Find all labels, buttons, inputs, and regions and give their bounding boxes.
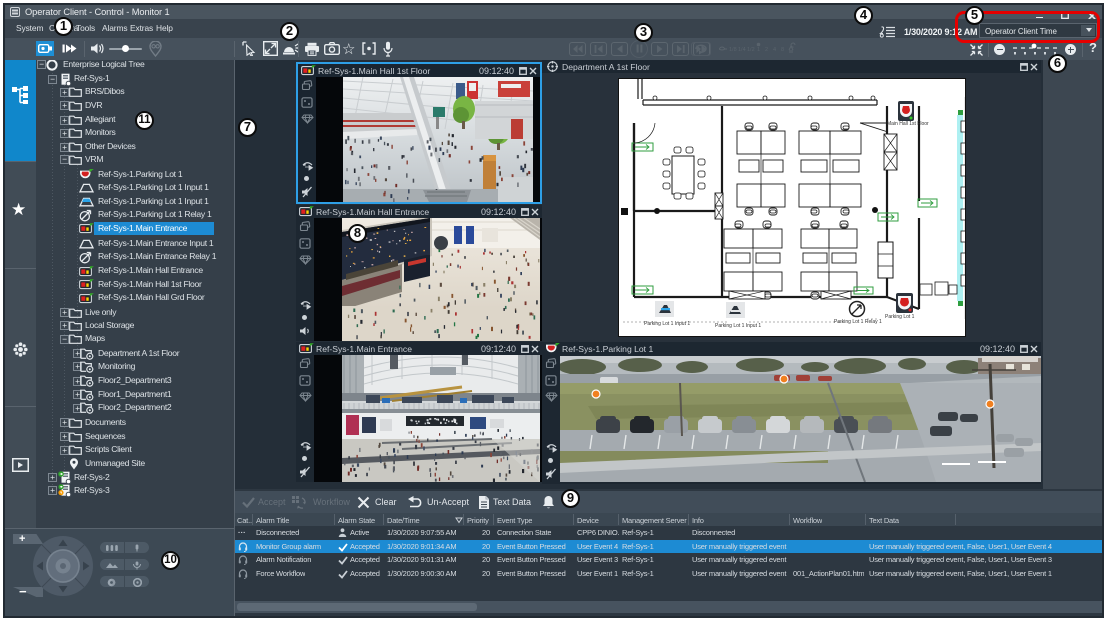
- svg-text:Parking Lot 1 Input 1: Parking Lot 1 Input 1: [715, 323, 761, 329]
- svg-text:4: 4: [773, 47, 776, 53]
- svg-text:Parking Lot 1 Input 1: Parking Lot 1 Input 1: [644, 321, 690, 327]
- svg-text:1/4: 1/4: [738, 47, 746, 53]
- svg-text:1: 1: [757, 47, 760, 53]
- svg-text:1/8: 1/8: [729, 47, 737, 53]
- svg-text:2: 2: [765, 47, 768, 53]
- svg-text:8: 8: [781, 47, 784, 53]
- svg-text:Main Hall 1st Floor: Main Hall 1st Floor: [887, 121, 929, 127]
- svg-text:1/2: 1/2: [747, 47, 755, 53]
- svg-text:Parking Lot 1 Relay 1: Parking Lot 1 Relay 1: [834, 319, 882, 325]
- svg-text:Parking Lot 1: Parking Lot 1: [885, 314, 915, 320]
